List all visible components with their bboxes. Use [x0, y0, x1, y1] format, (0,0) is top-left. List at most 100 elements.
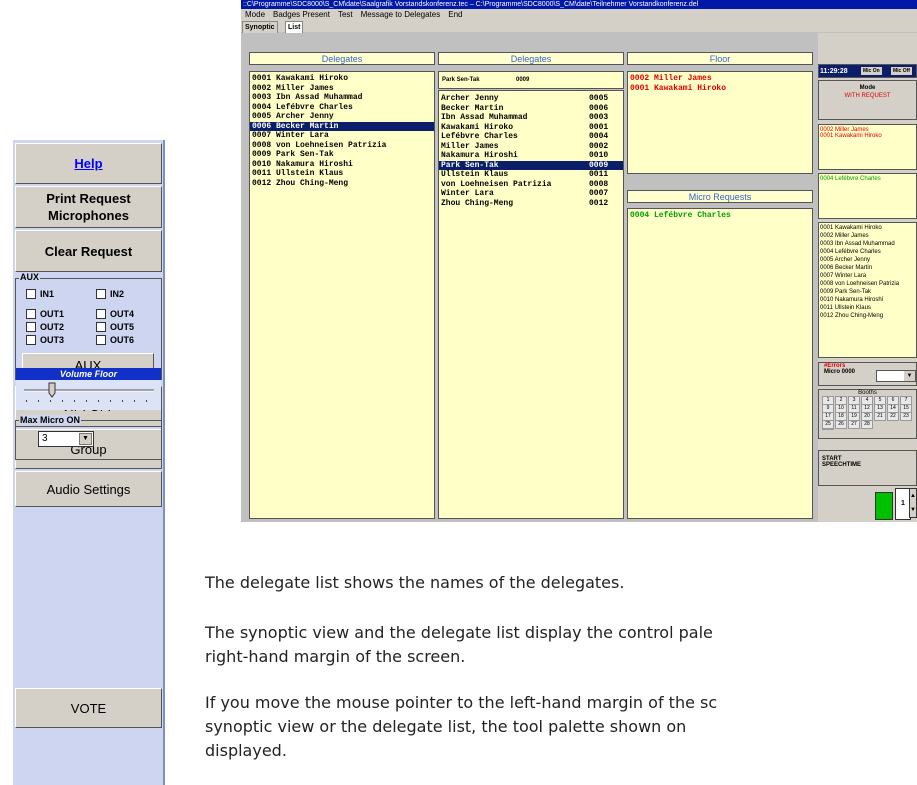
sorted-delegate-row[interactable]: Zhou Ching-Meng 0012	[439, 199, 623, 209]
tab-synoptic[interactable]: Synoptic	[242, 21, 278, 33]
mode-box[interactable]: Mode WITH REQUEST	[818, 80, 917, 120]
help-label: Help	[74, 156, 103, 171]
delegates-header-1: Delegates	[249, 52, 435, 65]
booth-button[interactable]: 28	[861, 420, 873, 429]
checkbox-in1[interactable]: IN1	[26, 289, 54, 299]
booth-row: 12345678	[822, 396, 916, 414]
delegate-name: Ibn Assad Muhammad	[441, 113, 528, 122]
delegate-row[interactable]: 0012 Zhou Ching-Meng	[250, 179, 434, 189]
delegate-row[interactable]: 0007 Winter Lara	[250, 131, 434, 141]
checkbox-box[interactable]	[96, 309, 106, 319]
delegate-number: 0005	[589, 94, 609, 103]
start-speechtime-button[interactable]: START SPEECHTIME	[818, 450, 917, 486]
checkbox-out6[interactable]: OUT6	[96, 335, 134, 345]
caption-line-3: right-hand margin of the screen.	[205, 647, 466, 666]
delegate-name: Park Sen-Tak	[441, 160, 499, 170]
sorted-delegate-row[interactable]: Becker Martin 0006	[439, 104, 623, 114]
delegates-list[interactable]: 0001 Kawakami Hiroko 0002 Miller James 000…	[249, 71, 435, 519]
floor-row[interactable]: 0001 Kawakami Hiroko	[628, 84, 812, 94]
max-micro-select[interactable]: 3 ▼	[38, 431, 94, 447]
booth-button[interactable]: 22	[887, 412, 899, 421]
checkbox-box[interactable]	[26, 309, 36, 319]
delegate-row[interactable]: 0010 Nakamura Hiroshi	[250, 160, 434, 170]
booth-button[interactable]: 26	[835, 420, 847, 429]
checkbox-box[interactable]	[96, 289, 106, 299]
menu-test[interactable]: Test	[338, 10, 353, 19]
menu-end[interactable]: End	[448, 10, 462, 19]
delegate-search-field[interactable]: Park Sen-Tak 0009	[438, 71, 624, 89]
menu-bar: Mode Badges Present Test Message to Delegat…	[241, 9, 917, 21]
delegate-row[interactable]: 0001 Kawakami Hiroko	[250, 74, 434, 84]
checkbox-box[interactable]	[26, 335, 36, 345]
delegate-small-row: 0011 Ullstein Klaus	[820, 305, 871, 311]
checkbox-in2[interactable]: IN2	[96, 289, 124, 299]
sorted-delegate-row[interactable]: Ibn Assad Muhammad 0003	[439, 113, 623, 123]
sorted-delegate-row[interactable]: Park Sen-Tak 0009	[439, 160, 623, 170]
micro-requests-list[interactable]: 0004 Lefébvre Charles	[627, 208, 813, 519]
max-micro-title: Max Micro ON	[19, 415, 82, 425]
delegate-small-row: 0005 Archer Jenny	[820, 257, 871, 263]
delegate-number: 0010	[589, 151, 609, 160]
checkbox-out1[interactable]: OUT1	[26, 309, 64, 319]
print-request-label-1: Print Request	[46, 191, 131, 206]
delegate-row[interactable]: 0002 Miller James	[250, 84, 434, 94]
sorted-delegate-row[interactable]: Kawakami Hiroko 0001	[439, 123, 623, 133]
delegate-row[interactable]: 0004 Lefébvre Charles	[250, 103, 434, 113]
delegate-small-row: 0003 Ibn Assad Muhammad	[820, 241, 895, 247]
mic-on-button[interactable]: Mic On	[861, 67, 882, 75]
booth-button[interactable]: 27	[848, 420, 860, 429]
delegate-small-row: 0007 Winter Lara	[820, 273, 867, 279]
booth-button[interactable]: 25	[822, 420, 834, 429]
checkbox-box[interactable]	[26, 289, 36, 299]
print-request-label-2: Microphones	[48, 208, 129, 223]
mic-off-button[interactable]: Mic Off	[891, 67, 912, 75]
menu-message-to-delegates[interactable]: Message to Delegates	[361, 10, 441, 19]
clear-request-button[interactable]: Clear Request	[15, 230, 162, 272]
mode-value: WITH REQUEST	[844, 93, 891, 99]
checkbox-out2[interactable]: OUT2	[26, 322, 64, 332]
sorted-delegate-row[interactable]: Lefébvre Charles 0004	[439, 132, 623, 142]
sorted-delegate-row[interactable]: von Loehneisen Patrizia 0008	[439, 180, 623, 190]
delegate-row[interactable]: 0006 Becker Martin	[250, 121, 434, 131]
help-button[interactable]: Help	[15, 143, 162, 184]
checkbox-out3[interactable]: OUT3	[26, 335, 64, 345]
chevron-down-icon[interactable]: ▼	[79, 433, 92, 445]
sorted-delegate-row[interactable]: Winter Lara 0007	[439, 189, 623, 199]
floor-list[interactable]: 0002 Miller James 0001 Kawakami Hiroko	[627, 71, 813, 174]
checkbox-out5[interactable]: OUT5	[96, 322, 134, 332]
booth-button[interactable]: 23	[900, 412, 912, 421]
sorted-delegate-row[interactable]: Ullstein Klaus 0011	[439, 170, 623, 180]
delegate-name: von Loehneisen Patrizia	[441, 179, 552, 189]
checkbox-box[interactable]	[96, 335, 106, 345]
checkbox-box[interactable]	[26, 322, 36, 332]
delegate-row[interactable]: 0003 Ibn Assad Muhammad	[250, 93, 434, 103]
counter-spinner[interactable]: ▲ ▼	[909, 488, 917, 518]
menu-badges-present[interactable]: Badges Present	[273, 10, 330, 19]
delegate-small-row: 0012 Zhou Ching-Meng	[820, 313, 884, 319]
delegate-name: Miller James	[441, 141, 499, 151]
volume-floor-slider[interactable]	[16, 380, 161, 410]
delegate-row[interactable]: 0009 Park Sen-Tak	[250, 150, 434, 160]
delegate-row[interactable]: 0008 von Loehneisen Patrizia	[250, 141, 434, 151]
checkbox-box[interactable]	[96, 322, 106, 332]
delegate-row[interactable]: 0011 Ullstein Klaus	[250, 169, 434, 179]
sorted-delegate-row[interactable]: Nakamura Hiroshi 0010	[439, 151, 623, 161]
checkbox-out4[interactable]: OUT4	[96, 309, 134, 319]
micro-select[interactable]: ▼	[876, 370, 916, 382]
delegate-row[interactable]: 0005 Archer Jenny	[250, 112, 434, 122]
menu-mode[interactable]: Mode	[245, 10, 265, 19]
tab-list[interactable]: List	[285, 21, 304, 33]
max-micro-group: Max Micro ON 3 ▼	[15, 415, 162, 460]
sorted-delegate-row[interactable]: Miller James 0002	[439, 142, 623, 152]
sorted-delegate-row[interactable]: Archer Jenny 0005	[439, 94, 623, 104]
delegate-small-row: 0004 Lefébvre Charles	[820, 249, 881, 255]
print-request-microphones-button[interactable]: Print Request Microphones	[15, 186, 162, 228]
vote-button[interactable]: VOTE	[15, 688, 162, 728]
chevron-down-icon[interactable]: ▼	[904, 371, 915, 381]
floor-row[interactable]: 0002 Miller James	[628, 74, 812, 84]
booth-button[interactable]: 21	[874, 412, 886, 421]
request-small-list: 0004 Lefébvre Charles	[818, 173, 917, 219]
sorted-delegates-list[interactable]: Archer Jenny 0005 Becker Martin 0006 Ibn Ass…	[438, 90, 624, 519]
micro-request-row[interactable]: 0004 Lefébvre Charles	[628, 211, 812, 221]
audio-settings-button[interactable]: Audio Settings	[15, 471, 162, 507]
